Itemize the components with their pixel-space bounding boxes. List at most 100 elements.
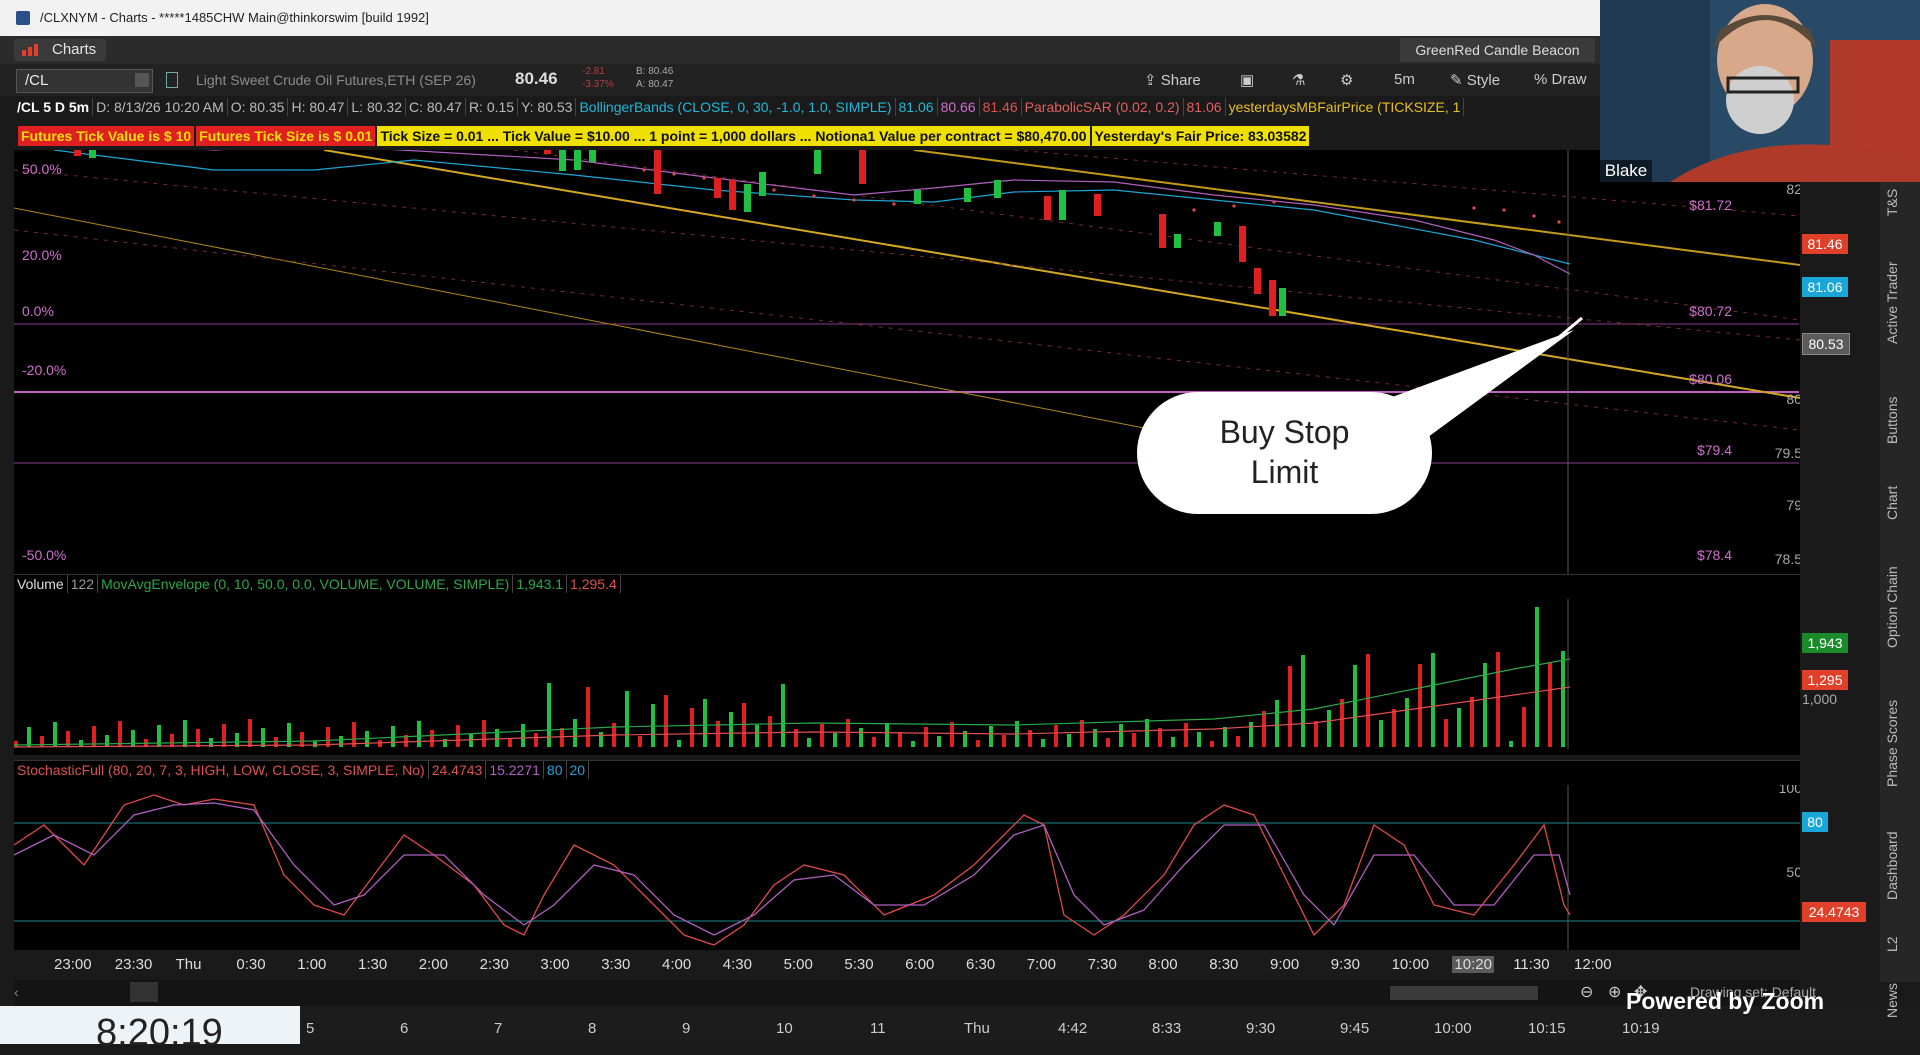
time-tick: 8:30 [1209, 956, 1239, 973]
volume-bar [781, 684, 785, 747]
study-labels-row: Futures Tick Value is $ 10 Futures Tick S… [18, 126, 1310, 148]
side-tab-news[interactable]: News [1884, 975, 1916, 1025]
time-tick: 9:30 [1330, 956, 1360, 973]
mini-axis-tick: 5 [306, 1020, 315, 1037]
symbol-input[interactable]: /CL [16, 69, 153, 93]
volume-bar [1340, 699, 1344, 747]
tick-size-label: Futures Tick Size is $ 0.01 [196, 126, 376, 146]
share-button[interactable]: ⇪ Share [1144, 71, 1201, 89]
drawings-button[interactable]: % Draw [1534, 71, 1587, 88]
side-tab-chart[interactable]: Chart [1884, 473, 1916, 532]
time-axis[interactable]: 23:00 23:30 Thu 0:30 1:00 1:30 2:00 2:30 3:00 3:3… [14, 950, 1800, 978]
volume-bar [1028, 730, 1032, 747]
timeframe-button[interactable]: 5m [1394, 71, 1415, 88]
volume-bar [690, 708, 694, 747]
volume-bar [573, 719, 577, 747]
volume-bar [1132, 733, 1136, 747]
time-tick: 4:30 [722, 956, 752, 973]
volume-bar [625, 691, 629, 747]
volume-bar [1522, 707, 1526, 747]
stochastic-panel[interactable]: StochasticFull (80, 20, 7, 3, HIGH, LOW,… [14, 760, 1800, 951]
stochastic-study[interactable]: StochasticFull (80, 20, 7, 3, HIGH, LOW,… [14, 761, 429, 779]
side-tab-l2[interactable]: L2 [1884, 927, 1916, 961]
sar-value: 81.06 [1184, 98, 1226, 116]
webcam-image [1600, 0, 1920, 182]
period-label[interactable]: /CL 5 D 5m [14, 98, 94, 116]
candle [1214, 222, 1221, 236]
stoch-k-line [14, 794, 1571, 946]
fib-label-m20: -20.0% [22, 362, 66, 378]
tab-charts-label: Charts [52, 41, 97, 58]
volume-bar [1054, 725, 1058, 747]
volume-bar [14, 741, 18, 747]
bar-date: D: 8/13/26 10:20 AM [93, 98, 228, 116]
volume-bar [248, 719, 252, 747]
candle [994, 180, 1001, 198]
bb-mid: 80.66 [938, 98, 980, 116]
expand-icon[interactable] [130, 982, 158, 1002]
side-tab-dashboard[interactable]: Dashboard [1884, 818, 1916, 913]
volume-bar [170, 734, 174, 747]
candle [574, 150, 581, 170]
volume-bar [222, 724, 226, 747]
volume-bar [1262, 711, 1266, 747]
scroll-left-icon[interactable]: ‹ [14, 984, 19, 1000]
time-tick: 9:00 [1270, 956, 1300, 973]
chevron-down-icon[interactable] [135, 73, 149, 87]
volume-bar [1431, 653, 1435, 747]
side-tab-phase-scores[interactable]: Phase Scores [1884, 682, 1916, 804]
volume-bar [1080, 720, 1084, 747]
volume-bar [1535, 607, 1539, 747]
tab-charts[interactable]: Charts [14, 39, 106, 61]
time-tick: 1:30 [358, 956, 388, 973]
time-tick: 8:00 [1148, 956, 1178, 973]
scrollbar-thumb[interactable] [1390, 986, 1538, 1000]
bar-chart-icon [22, 44, 38, 56]
flask-icon[interactable]: ⚗ [1292, 71, 1305, 89]
mini-axis-tick: 10 [776, 1020, 793, 1037]
side-tab-t-s[interactable]: T&S [1884, 182, 1916, 223]
volume-panel[interactable]: Volume 122 MovAvgEnvelope (0, 10, 50.0, 0.… [14, 574, 1837, 755]
share-icon: ⇪ [1144, 72, 1157, 89]
annotation-bubble: Buy Stop Limit [1137, 392, 1432, 514]
volume-header: Volume 122 MovAvgEnvelope (0, 10, 50.0, 0.… [14, 575, 621, 593]
volume-bar [378, 740, 382, 747]
side-tab-option-chain[interactable]: Option Chain [1884, 546, 1916, 668]
volume-bars [14, 607, 1565, 747]
bar-low: L: 80.32 [348, 98, 406, 116]
stochastic-os: 20 [567, 761, 590, 779]
zoom-out-icon[interactable]: ⊖ [1580, 982, 1593, 1002]
zoom-in-icon[interactable]: ⊕ [1608, 982, 1621, 1002]
time-tick: 6:00 [905, 956, 935, 973]
price-chart[interactable]: 50.0% 20.0% 0.0% -20.0% -50.0% $81.72 $8… [14, 150, 1800, 580]
fair-price-study[interactable]: yesterdaysMBFairPrice (TICKSIZE, 1 [1226, 98, 1465, 116]
volume-bar [586, 687, 590, 747]
bollinger-study[interactable]: BollingerBands (CLOSE, 0, 30, -1.0, 1.0,… [576, 98, 896, 116]
side-tab-active-trader[interactable]: Active Trader [1884, 237, 1916, 368]
volume-label[interactable]: Volume [14, 575, 68, 593]
volume-bar [1301, 655, 1305, 747]
side-tab-buttons[interactable]: Buttons [1884, 382, 1916, 459]
mini-axis-tick: 8:33 [1152, 1020, 1182, 1037]
candle [1174, 234, 1181, 248]
style-button[interactable]: ✎ Style [1450, 71, 1500, 89]
gear-icon[interactable]: ⚙ [1340, 71, 1353, 89]
volume-bar [1210, 741, 1214, 747]
time-tick: 7:00 [1026, 956, 1056, 973]
volume-bar [1392, 709, 1396, 747]
volume-bar [859, 728, 863, 747]
volume-bar [521, 724, 525, 747]
candle [1044, 196, 1051, 220]
envelope-study[interactable]: MovAvgEnvelope (0, 10, 50.0, 0.0, VOLUME… [98, 575, 514, 593]
time-tick: 3:00 [540, 956, 570, 973]
volume-bar [495, 729, 499, 747]
stoch-axis-tick: 100 [1779, 785, 1800, 796]
price-axis[interactable] [1800, 182, 1880, 950]
symbol-description: Light Sweet Crude Oil Futures,ETH (SEP 2… [196, 72, 476, 88]
candle [744, 184, 751, 212]
sar-study[interactable]: ParabolicSAR (0.02, 0.2) [1022, 98, 1184, 116]
layout-icon[interactable]: ▣ [1240, 71, 1254, 89]
link-icon[interactable] [166, 72, 178, 88]
volume-bar [1548, 662, 1552, 747]
volume-bar [924, 727, 928, 747]
